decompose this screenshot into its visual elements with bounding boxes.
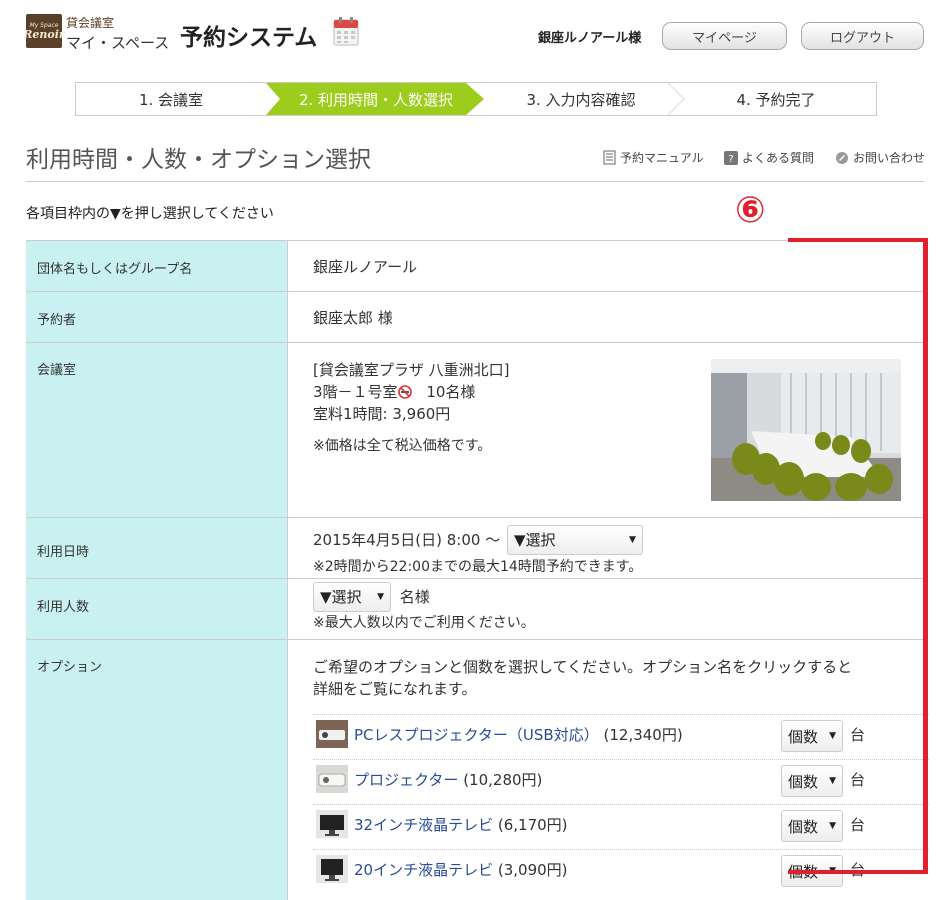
label-group: 団体名もしくはグループ名	[26, 241, 288, 291]
calendar-icon	[333, 17, 359, 46]
room-location: [貸会議室プラザ 八重洲北口]	[313, 361, 510, 379]
logo-subtitle: 貸会議室	[66, 16, 115, 30]
end-time-select[interactable]: ▼選択 ▼	[506, 525, 643, 555]
option-name: プロジェクター	[354, 771, 459, 789]
option-item[interactable]: 32インチ液晶テレビ (6,170円)	[354, 814, 568, 835]
label-options: オプション	[26, 640, 288, 900]
label-people: 利用人数	[26, 579, 288, 639]
option-price: (10,280円)	[463, 771, 543, 789]
mypage-button[interactable]: マイページ	[662, 22, 787, 50]
annotation-bracket	[788, 238, 928, 874]
room-price: 室料1時間: 3,960円	[313, 405, 451, 423]
option-name: 20インチ液晶テレビ	[354, 861, 494, 879]
pc-less-projector-thumbnail	[316, 720, 348, 748]
manual-link[interactable]: 予約マニュアル	[603, 149, 704, 166]
step-4: 4. 予約完了	[736, 90, 816, 109]
datetime-note: ※2時間から22:00までの最大14時間予約できます。	[313, 559, 643, 575]
option-name: 32インチ液晶テレビ	[354, 816, 494, 834]
room-number: 3階－１号室	[313, 383, 398, 401]
annotation-number: ⑥	[735, 190, 766, 231]
options-intro: ご希望のオプションと個数を選択してください。オプション名をクリックすると 詳細を…	[313, 656, 852, 700]
faq-link[interactable]: ? よくある質問	[724, 149, 814, 166]
people-value: ▼選択 ▼ 名様 ※最大人数以内でご利用ください。	[313, 582, 535, 634]
option-item[interactable]: プロジェクター (10,280円)	[354, 769, 542, 790]
option-price: (12,340円)	[603, 726, 683, 744]
chevron-down-icon: ▼	[629, 535, 636, 545]
end-time-select-value: ▼選択	[513, 531, 556, 549]
brand-logo[interactable]: My Space Renoir	[23, 14, 65, 48]
manual-label: 予約マニュアル	[620, 151, 704, 165]
question-icon: ?	[724, 150, 738, 165]
contact-label: お問い合わせ	[853, 151, 926, 165]
option-price: (6,170円)	[497, 816, 568, 834]
no-smoking-icon	[397, 385, 412, 399]
group-value: 銀座ルノアール	[313, 258, 418, 276]
room-capacity: 10名様	[426, 383, 476, 401]
page-title: 利用時間・人数・オプション選択	[26, 147, 371, 173]
app-title: 予約システム	[180, 25, 318, 51]
user-name: 銀座ルノアール様	[538, 31, 642, 46]
faq-label: よくある質問	[742, 151, 815, 165]
datetime-value: 2015年4月5日(日) 8:00 ～ ▼選択 ▼ ※2時間から22:00までの最…	[313, 525, 643, 578]
logo-name: マイ・スペース	[66, 34, 170, 52]
people-select[interactable]: ▼選択 ▼	[313, 582, 391, 612]
contact-link[interactable]: お問い合わせ	[835, 149, 925, 166]
label-room: 会議室	[26, 343, 288, 517]
logout-button[interactable]: ログアウト	[801, 22, 924, 50]
room-tax-note: ※価格は全て税込価格です。	[313, 438, 492, 454]
people-note: ※最大人数以内でご利用ください。	[313, 615, 535, 631]
tv-32-thumbnail	[316, 810, 348, 838]
start-datetime: 2015年4月5日(日) 8:00 ～	[313, 531, 501, 549]
room-number-line: 3階－１号室 10名様	[313, 381, 509, 403]
contact-icon	[836, 151, 848, 164]
projector-thumbnail	[316, 765, 348, 793]
label-datetime: 利用日時	[26, 518, 288, 578]
room-details: [貸会議室プラザ 八重洲北口] 3階－１号室 10名様 室料1時間: 3,960…	[313, 359, 509, 457]
label-booker: 予約者	[26, 292, 288, 342]
step-1: 1. 会議室	[138, 90, 204, 109]
svg-text:?: ?	[728, 154, 733, 165]
option-item[interactable]: 20インチ液晶テレビ (3,090円)	[354, 859, 568, 880]
chevron-down-icon: ▼	[377, 592, 384, 602]
options-intro-line1: ご希望のオプションと個数を選択してください。オプション名をクリックすると	[313, 658, 853, 676]
option-item[interactable]: PCレスプロジェクター（USB対応） (12,340円)	[354, 724, 683, 745]
logo-brand-text: Renoir	[23, 27, 65, 41]
tv-20-thumbnail	[316, 855, 348, 883]
option-price: (3,090円)	[497, 861, 568, 879]
options-intro-line2: 詳細をご覧になれます。	[313, 680, 477, 698]
option-name: PCレスプロジェクター（USB対応）	[354, 726, 599, 744]
progress-steps: 1. 会議室 2. 利用時間・人数選択 3. 入力内容確認 4. 予約完了	[75, 82, 877, 116]
booker-value: 銀座太郎 様	[313, 309, 393, 327]
step-2: 2. 利用時間・人数選択	[298, 90, 454, 109]
people-unit: 名様	[399, 588, 430, 606]
divider	[26, 181, 924, 182]
step-3: 3. 入力内容確認	[526, 90, 636, 109]
manual-icon	[603, 150, 616, 165]
people-select-value: ▼選択	[320, 588, 362, 606]
instruction-text: 各項目枠内の▼を押し選択してください	[26, 206, 274, 222]
